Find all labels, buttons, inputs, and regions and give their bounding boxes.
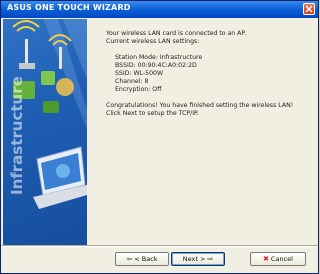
button-separator xyxy=(1,245,318,247)
next-instruction: Click Next to setup the TCP/IP. xyxy=(106,110,199,117)
back-button[interactable]: ⇦ < Back xyxy=(115,252,169,266)
laptop-icon xyxy=(33,146,87,209)
intro-line: Your wireless LAN card is connected to a… xyxy=(106,30,247,37)
intro-line: Current wireless LAN settings: xyxy=(106,38,200,45)
title-bar[interactable]: ASUS ONE TOUCH WIZARD xyxy=(1,1,318,18)
back-label: < Back xyxy=(134,255,158,263)
banner-vertical-text: Infrastructure xyxy=(8,76,26,195)
close-button[interactable] xyxy=(303,3,315,15)
cancel-button[interactable]: ✖ Cancel xyxy=(250,252,306,266)
congrats-line: Congratulations! You have finished setti… xyxy=(106,102,294,109)
wizard-content: Your wireless LAN card is connected to a… xyxy=(106,30,316,118)
wizard-window: ASUS ONE TOUCH WIZARD Infrastructure You… xyxy=(0,0,319,274)
setting-bssid: BSSID: 00:90:4C:A0:02:2D xyxy=(115,62,197,69)
x-icon: ✖ xyxy=(263,255,269,263)
access-point-icon xyxy=(12,20,40,69)
setting-channel: Channel: 8 xyxy=(115,78,149,85)
settings-list: Station Mode: Infrastructure BSSID: 00:9… xyxy=(106,54,316,94)
close-icon xyxy=(305,5,313,13)
arrow-right-icon: ⇨ xyxy=(207,255,214,263)
setting-encryption: Encryption: Off xyxy=(115,86,162,93)
next-button[interactable]: Next > ⇨ xyxy=(171,252,225,266)
cancel-label: Cancel xyxy=(270,255,293,263)
setting-station-mode: Station Mode: Infrastructure xyxy=(115,54,203,61)
next-label: Next > xyxy=(182,255,206,263)
arrow-left-icon: ⇦ xyxy=(126,255,133,263)
congrats-message: Congratulations! You have finished setti… xyxy=(106,102,316,118)
wizard-banner-image: Infrastructure xyxy=(3,19,87,245)
window-title: ASUS ONE TOUCH WIZARD xyxy=(7,3,131,12)
setting-ssid: SSID: WL-500W xyxy=(115,70,164,77)
